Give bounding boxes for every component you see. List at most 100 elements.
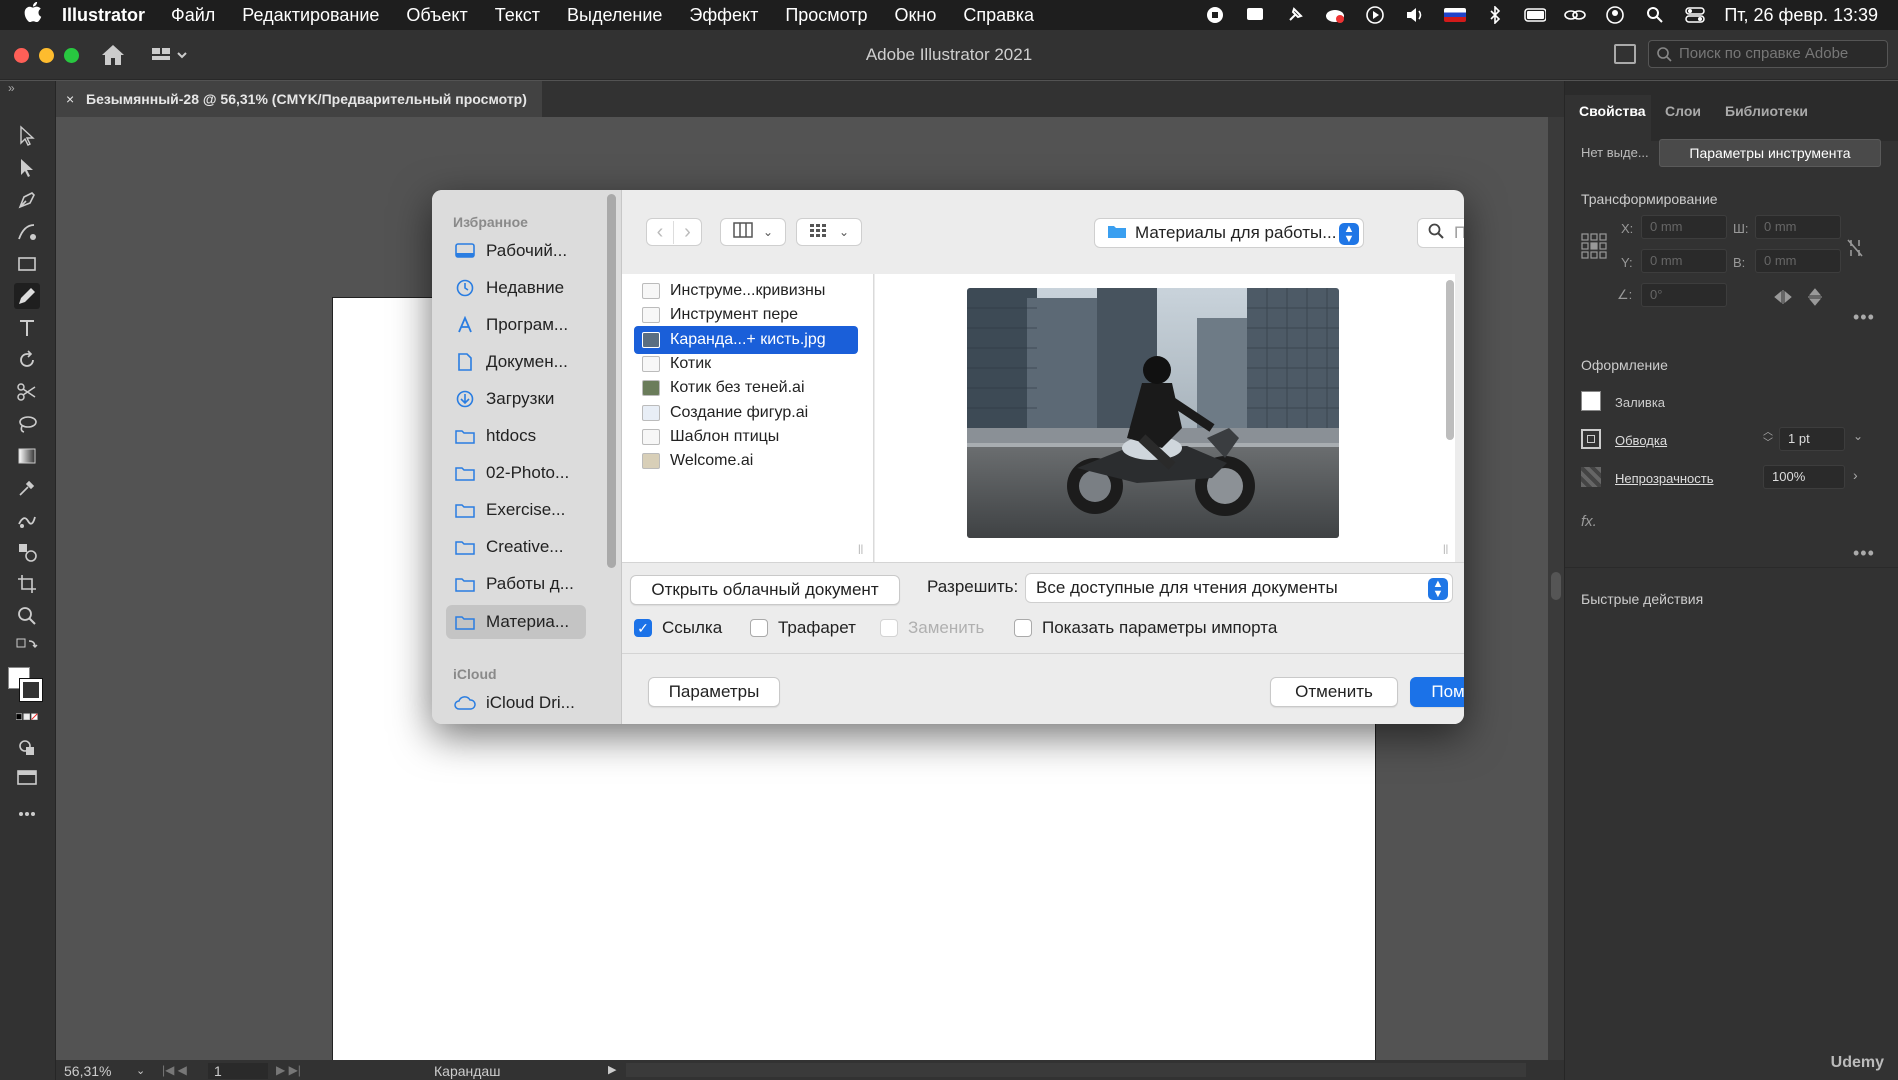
angle-input[interactable]: 0°: [1641, 283, 1727, 307]
import-options-checkbox[interactable]: Показать параметры импорта: [1014, 618, 1277, 638]
y-input[interactable]: 0 mm: [1641, 249, 1727, 273]
record-icon[interactable]: [1204, 6, 1226, 24]
place-button[interactable]: Поместить: [1410, 677, 1464, 707]
zoom-dropdown-icon[interactable]: ⌄: [136, 1064, 145, 1077]
sidebar-item-exercise[interactable]: Exercise...: [446, 493, 586, 527]
control-center-icon[interactable]: [1684, 6, 1706, 24]
status-menu-arrow-icon[interactable]: ▶: [608, 1063, 616, 1076]
list-item[interactable]: Welcome.ai: [634, 447, 858, 475]
gradient-tool-icon[interactable]: [14, 443, 40, 469]
tab-libraries[interactable]: Библиотеки: [1725, 103, 1808, 119]
menu-type[interactable]: Текст: [495, 5, 540, 26]
sidebar-item-recents[interactable]: Недавние: [446, 271, 586, 305]
flip-vertical-icon[interactable]: [1807, 287, 1823, 312]
height-input[interactable]: 0 mm: [1755, 249, 1841, 273]
options-button[interactable]: Параметры: [648, 677, 780, 707]
preview-scrollbar[interactable]: [1446, 280, 1454, 440]
rotate-tool-icon[interactable]: [14, 347, 40, 373]
opacity-label[interactable]: Непрозрачность: [1615, 471, 1714, 486]
app-menu[interactable]: Illustrator: [62, 5, 145, 26]
sidebar-scrollbar[interactable]: [607, 194, 616, 568]
current-tool-label[interactable]: Карандаш: [434, 1063, 500, 1079]
reference-point-icon[interactable]: [1581, 233, 1607, 264]
menu-object[interactable]: Объект: [406, 5, 467, 26]
bluetooth-icon[interactable]: [1484, 6, 1506, 24]
more-transform-icon[interactable]: •••: [1853, 307, 1875, 328]
stroke-stepper-icon[interactable]: ︿ ﹀: [1763, 427, 1773, 449]
apple-icon[interactable]: [24, 1, 62, 28]
tab-layers[interactable]: Слои: [1665, 103, 1701, 119]
open-cloud-document-button[interactable]: Открыть облачный документ: [630, 575, 900, 605]
color-mode-icon[interactable]: [14, 709, 40, 725]
menu-edit[interactable]: Редактирование: [242, 5, 379, 26]
artboard-nav-first-icon[interactable]: |◀ ◀: [162, 1063, 187, 1077]
pen-tool-icon[interactable]: [14, 187, 40, 213]
tool-params-button[interactable]: Параметры инструмента: [1659, 139, 1881, 167]
clock[interactable]: Пт, 26 февр. 13:39: [1724, 5, 1878, 26]
rectangle-tool-icon[interactable]: [14, 251, 40, 277]
collapse-toolbar-icon[interactable]: »: [8, 81, 15, 95]
artboard-nav-next-icon[interactable]: ▶ ▶|: [276, 1063, 301, 1077]
spotlight-icon[interactable]: [1644, 6, 1666, 24]
lasso-tool-icon[interactable]: [14, 411, 40, 437]
flip-horizontal-icon[interactable]: [1773, 289, 1793, 310]
menu-effect[interactable]: Эффект: [689, 5, 758, 26]
enable-select[interactable]: Все доступные для чтения документы ▲ ▼: [1025, 573, 1453, 603]
menu-window[interactable]: Окно: [895, 5, 937, 26]
width-input[interactable]: 0 mm: [1755, 215, 1841, 239]
opacity-arrow-icon[interactable]: ›: [1853, 467, 1858, 483]
blend-tool-icon[interactable]: [14, 539, 40, 565]
draw-mode-icon[interactable]: [14, 735, 40, 761]
view-columns-button[interactable]: ⌄: [720, 218, 786, 246]
list-item[interactable]: Котик без теней.ai: [634, 374, 858, 402]
sidebar-item-photo[interactable]: 02-Photo...: [446, 456, 586, 490]
fill-label[interactable]: Заливка: [1615, 395, 1665, 410]
pin-icon[interactable]: [1284, 6, 1306, 24]
stroke-label[interactable]: Обводка: [1615, 433, 1667, 448]
artboard-number[interactable]: 1: [208, 1063, 268, 1079]
scrollbar-thumb[interactable]: [1551, 572, 1561, 600]
more-tools-icon[interactable]: [14, 801, 40, 827]
close-tab-icon[interactable]: ×: [66, 91, 74, 107]
sidebar-item-htdocs[interactable]: htdocs: [446, 419, 586, 453]
puppet-warp-tool-icon[interactable]: [14, 507, 40, 533]
scissors-tool-icon[interactable]: [14, 379, 40, 405]
menu-help[interactable]: Справка: [963, 5, 1034, 26]
zoom-level[interactable]: 56,31%: [64, 1063, 111, 1079]
document-tab[interactable]: × Безымянный-28 @ 56,31% (CMYK/Предварит…: [56, 81, 542, 117]
fill-swatch[interactable]: [1581, 391, 1601, 411]
fx-button[interactable]: fx.: [1581, 513, 1597, 530]
menu-select[interactable]: Выделение: [567, 5, 662, 26]
zoom-tool-icon[interactable]: [14, 603, 40, 629]
cancel-button[interactable]: Отменить: [1270, 677, 1398, 707]
horizontal-scrollbar[interactable]: [626, 1063, 1526, 1077]
sidebar-item-desktop[interactable]: Рабочий...: [446, 234, 586, 268]
screen-mode-icon[interactable]: [14, 765, 40, 791]
pencil-tool-icon[interactable]: [14, 283, 40, 309]
cloud-sync-icon[interactable]: [1324, 6, 1346, 24]
eyedropper-tool-icon[interactable]: [14, 475, 40, 501]
russian-flag-icon[interactable]: [1444, 6, 1467, 24]
notification-icon[interactable]: [1244, 6, 1266, 24]
battery-icon[interactable]: [1524, 6, 1547, 24]
link-icon[interactable]: [1564, 6, 1587, 24]
back-icon[interactable]: ‹: [647, 220, 675, 244]
direct-selection-tool-icon[interactable]: [14, 155, 40, 181]
stroke-dropdown-icon[interactable]: ⌄: [1853, 429, 1863, 443]
stroke-weight-input[interactable]: 1 pt: [1779, 427, 1845, 451]
curvature-tool-icon[interactable]: [14, 219, 40, 245]
group-button[interactable]: ⌄: [796, 218, 862, 246]
volume-icon[interactable]: [1404, 6, 1426, 24]
constrain-proportions-icon[interactable]: [1845, 237, 1865, 264]
forward-icon[interactable]: ›: [674, 221, 701, 244]
menu-file[interactable]: Файл: [171, 5, 215, 26]
type-tool-icon[interactable]: [14, 315, 40, 341]
tab-properties[interactable]: Свойства: [1579, 103, 1646, 119]
sidebar-item-documents[interactable]: Докумен...: [446, 345, 586, 379]
artboard-tool-icon[interactable]: [14, 571, 40, 597]
template-checkbox[interactable]: Трафарет: [750, 618, 856, 638]
sidebar-item-works[interactable]: Работы д...: [446, 567, 586, 601]
link-checkbox[interactable]: ✓ Ссылка: [634, 618, 722, 638]
search-input[interactable]: Поиск: [1417, 218, 1464, 248]
sidebar-item-icloud[interactable]: iCloud Dri...: [446, 686, 586, 720]
